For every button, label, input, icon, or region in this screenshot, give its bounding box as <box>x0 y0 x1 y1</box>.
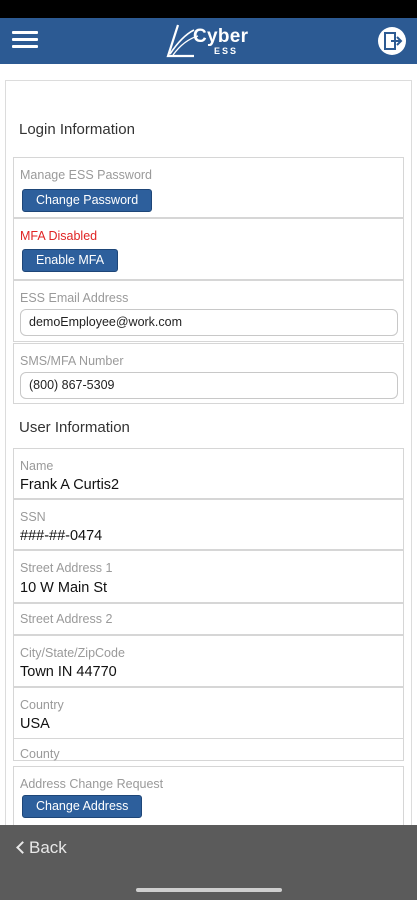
password-card: Manage ESS Password Change Password <box>13 157 404 218</box>
name-label: Name <box>20 459 54 473</box>
app-header: Cyber ESS <box>0 18 417 64</box>
ssn-card: SSN ###-##-0474 <box>13 499 404 550</box>
menu-icon[interactable] <box>12 29 38 51</box>
enable-mfa-button[interactable]: Enable MFA <box>22 249 119 272</box>
city-card: City/State/ZipCode Town IN 44770 <box>13 635 404 687</box>
change-address-button[interactable]: Change Address <box>22 795 143 818</box>
street2-card: Street Address 2 <box>13 603 404 635</box>
mfa-card: MFA Disabled Enable MFA <box>13 218 404 280</box>
county-label: County <box>20 747 60 761</box>
cyber-ess-logo: Cyber ESS <box>164 22 256 60</box>
status-bar <box>0 0 417 18</box>
login-section-title: Login Information <box>19 121 135 138</box>
street2-label: Street Address 2 <box>20 612 113 626</box>
mfa-status: MFA Disabled <box>20 229 98 243</box>
name-value: Frank A Curtis2 <box>20 477 120 493</box>
bottom-nav-bar: Back <box>0 825 417 900</box>
home-indicator[interactable] <box>136 888 282 892</box>
address-change-label: Address Change Request <box>20 777 164 791</box>
logout-icon <box>378 27 406 55</box>
sms-label: SMS/MFA Number <box>20 354 124 368</box>
sms-card: SMS/MFA Number (800) 867-5309 <box>13 343 404 404</box>
county-card: County <box>13 739 404 761</box>
country-card: Country USA <box>13 687 404 739</box>
email-card: ESS Email Address demoEmployee@work.com <box>13 280 404 342</box>
logo-text: Cyber <box>193 26 249 47</box>
change-password-button[interactable]: Change Password <box>22 189 153 212</box>
ssn-label: SSN <box>20 510 46 524</box>
chevron-left-icon <box>16 841 29 854</box>
email-label: ESS Email Address <box>20 291 129 305</box>
back-button[interactable]: Back <box>16 838 67 858</box>
logo-subtext: ESS <box>214 46 239 56</box>
ssn-value: ###-##-0474 <box>20 528 103 544</box>
user-section-title: User Information <box>19 419 130 436</box>
street1-value: 10 W Main St <box>20 580 108 596</box>
street1-card: Street Address 1 10 W Main St <box>13 550 404 603</box>
logout-button[interactable] <box>376 25 408 57</box>
sms-field[interactable]: (800) 867-5309 <box>20 372 398 399</box>
country-label: Country <box>20 698 64 712</box>
city-value: Town IN 44770 <box>20 664 117 680</box>
back-label: Back <box>29 838 67 857</box>
name-card: Name Frank A Curtis2 <box>13 448 404 499</box>
city-label: City/State/ZipCode <box>20 646 125 660</box>
email-field[interactable]: demoEmployee@work.com <box>20 309 398 336</box>
street1-label: Street Address 1 <box>20 561 113 575</box>
password-label: Manage ESS Password <box>20 168 153 182</box>
country-value: USA <box>20 716 50 732</box>
